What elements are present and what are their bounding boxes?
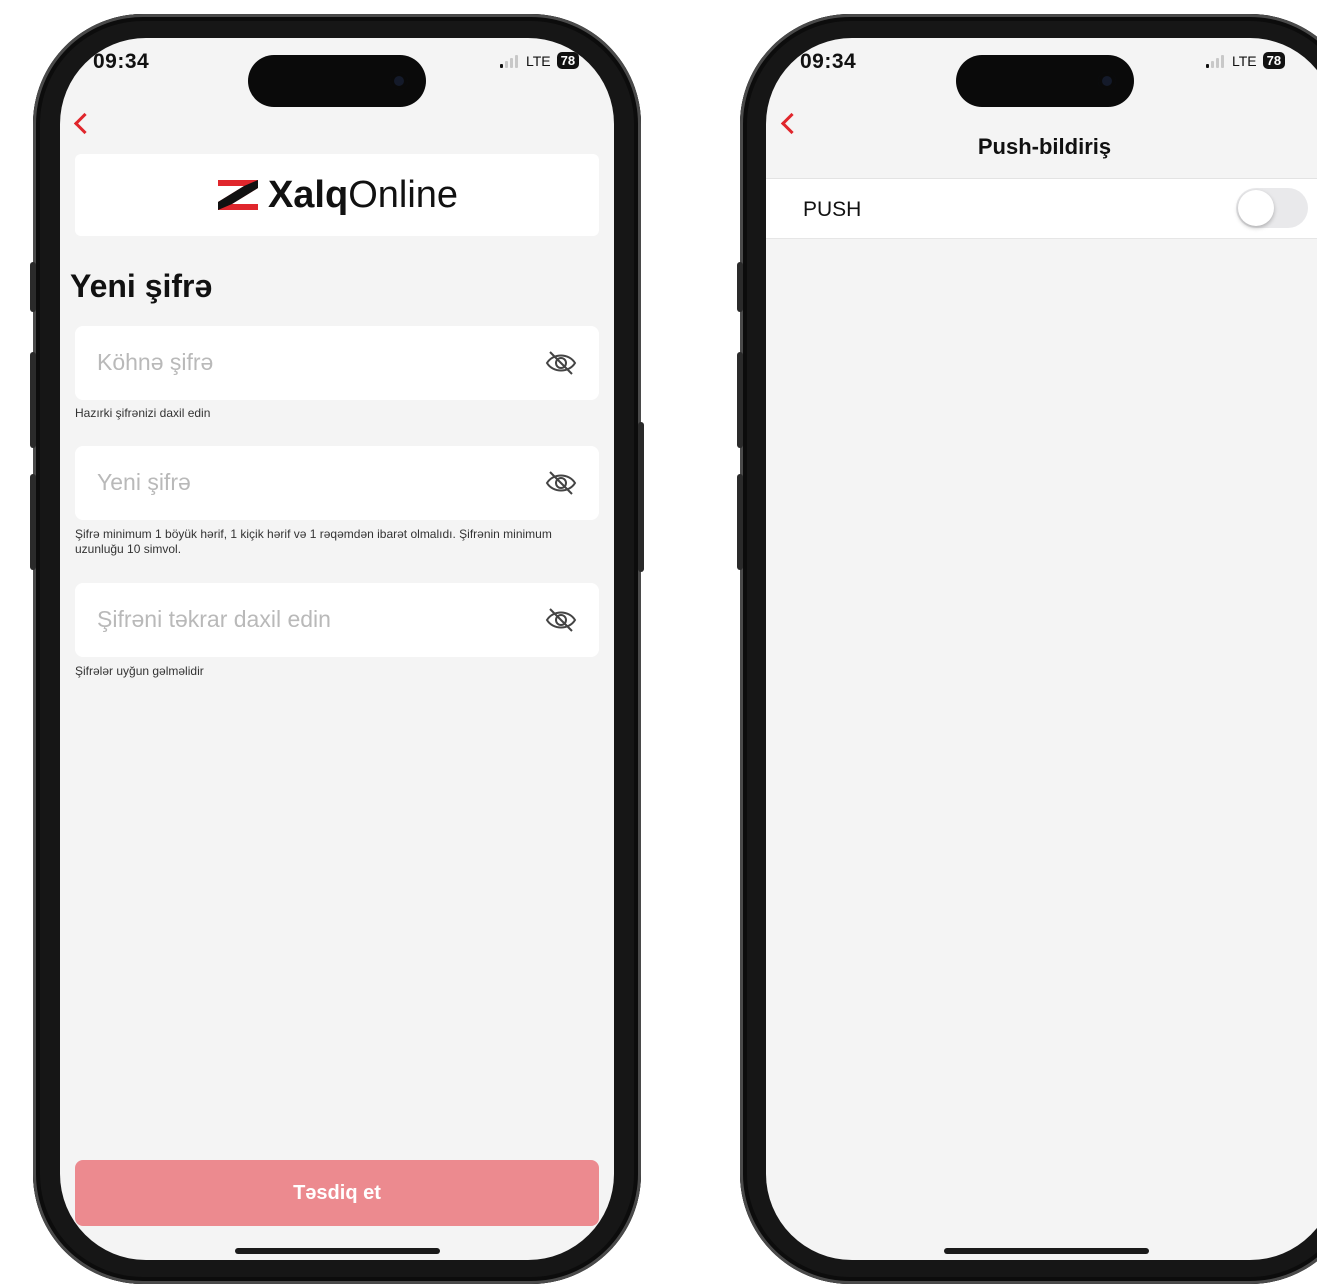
dynamic-island (956, 55, 1134, 107)
home-indicator (944, 1248, 1149, 1254)
chevron-left-icon[interactable] (73, 112, 96, 135)
password-screen: 09:34 LTE 78 XalqOnline Yeni şifrə Köhnə… (60, 38, 614, 1260)
camera-icon (1098, 72, 1116, 90)
brand-logo: XalqOnline (75, 154, 599, 236)
status-indicators: LTE 78 (500, 52, 580, 69)
logo-text-bold: Xalq (267, 173, 349, 216)
network-type: LTE (1232, 52, 1257, 69)
eye-off-icon[interactable] (545, 606, 577, 634)
new-password-hint: Şifrə minimum 1 böyük hərif, 1 kiçik hər… (75, 527, 552, 556)
logo-text-regular: Online (348, 173, 459, 216)
xalq-logo-icon (217, 180, 258, 210)
signal-icon (1206, 54, 1224, 68)
old-password-field[interactable]: Köhnə şifrə (75, 326, 599, 400)
nav-title: Push-bildiriş (977, 134, 1112, 159)
phone-right: 09:34 LTE 78 Push-bildiriş PUSH (737, 14, 1317, 1284)
status-time: 09:34 (93, 50, 150, 73)
toggle-knob (1238, 190, 1274, 226)
push-setting-row: PUSH (766, 179, 1317, 239)
old-password-placeholder: Köhnə şifrə (97, 349, 214, 375)
volume-up-button (737, 352, 743, 448)
dynamic-island (248, 55, 426, 107)
volume-down-button (737, 474, 743, 570)
eye-off-icon[interactable] (545, 349, 577, 377)
new-password-field[interactable]: Yeni şifrə (75, 446, 599, 520)
confirm-button[interactable]: Təsdiq et (75, 1160, 599, 1226)
repeat-password-placeholder: Şifrəni təkrar daxil edin (97, 606, 331, 632)
action-button (30, 262, 36, 312)
volume-up-button (30, 352, 36, 448)
push-screen: 09:34 LTE 78 Push-bildiriş PUSH (766, 38, 1317, 1260)
repeat-password-field[interactable]: Şifrəni təkrar daxil edin (75, 583, 599, 657)
logo-text: XalqOnline (268, 174, 458, 217)
push-toggle[interactable] (1236, 188, 1308, 228)
old-password-hint: Hazırki şifrənizi daxil edin (75, 406, 211, 420)
battery-icon: 78 (1262, 52, 1286, 69)
status-time: 09:34 (800, 50, 857, 73)
new-password-placeholder: Yeni şifrə (97, 469, 191, 495)
status-indicators: LTE 78 (1206, 52, 1286, 69)
repeat-password-hint: Şifrələr uyğun gəlməlidir (75, 664, 204, 678)
action-button (737, 262, 743, 312)
chevron-left-icon[interactable] (780, 112, 803, 135)
power-button (638, 422, 644, 572)
camera-icon (390, 72, 408, 90)
page-title: Yeni şifrə (70, 268, 213, 304)
push-label: PUSH (803, 198, 862, 221)
eye-off-icon[interactable] (545, 469, 577, 497)
battery-icon: 78 (556, 52, 580, 69)
phone-left: 09:34 LTE 78 XalqOnline Yeni şifrə Köhnə… (30, 14, 644, 1284)
home-indicator (235, 1248, 440, 1254)
network-type: LTE (526, 52, 551, 69)
signal-icon (500, 54, 518, 68)
volume-down-button (30, 474, 36, 570)
